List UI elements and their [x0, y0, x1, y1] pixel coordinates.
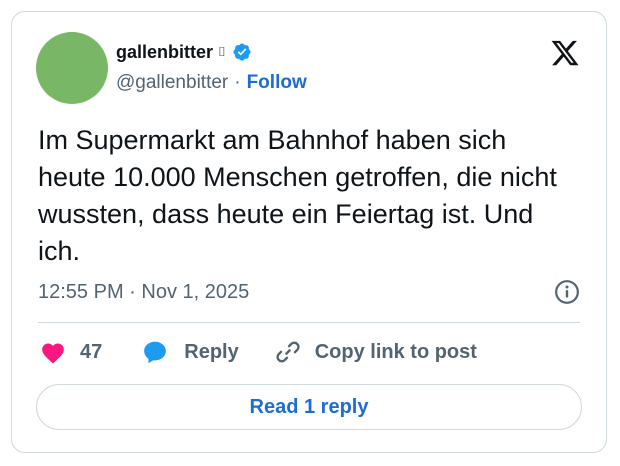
speech-bubble-icon: [144, 341, 167, 364]
author-name-row: gallenbitter ⌷: [116, 40, 252, 64]
author-handle-row: @gallenbitter · Follow: [116, 71, 307, 95]
tweet-card: gallenbitter ⌷ @gallenbitter · Follow Im…: [11, 11, 607, 453]
tweet-timestamp[interactable]: 12:55 PM · Nov 1, 2025: [38, 279, 249, 305]
copy-link-label: Copy link to post: [314, 340, 477, 363]
tweet-actions: 47 Reply Copy link to post: [40, 338, 477, 366]
like-count: 47: [80, 340, 103, 363]
like-button[interactable]: 47: [40, 340, 102, 364]
avatar[interactable]: [36, 32, 108, 104]
reply-label: Reply: [184, 340, 239, 363]
heart-icon: [42, 343, 64, 364]
reply-button[interactable]: Reply: [142, 339, 239, 365]
tweet-text: Im Supermarkt am Bahnhof haben sich heut…: [38, 125, 557, 266]
author-handle[interactable]: @gallenbitter: [116, 72, 228, 94]
verified-badge-icon: [233, 43, 251, 61]
follow-button[interactable]: Follow: [247, 72, 307, 94]
handle-separator: ·: [234, 72, 241, 93]
info-icon[interactable]: [554, 279, 580, 305]
author-display-name[interactable]: gallenbitter: [116, 42, 213, 63]
divider: [38, 322, 580, 323]
x-logo-icon[interactable]: [550, 38, 580, 68]
read-replies-button[interactable]: Read 1 reply: [36, 384, 582, 430]
author-name-glyph: ⌷: [218, 44, 226, 59]
copy-link-button[interactable]: Copy link to post: [275, 339, 477, 365]
link-icon: [276, 341, 300, 363]
